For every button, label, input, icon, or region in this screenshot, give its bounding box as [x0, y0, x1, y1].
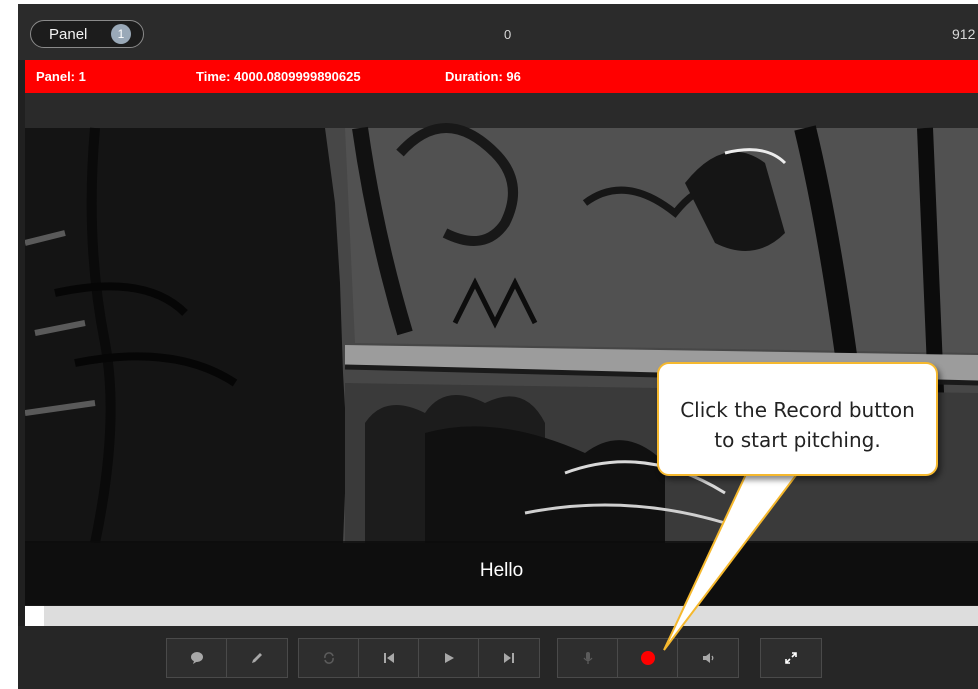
storyboard-viewer[interactable]: Hello	[25, 93, 978, 608]
record-tooltip-callout: Click the Record button to start pitchin…	[657, 362, 938, 476]
timeline-progress-bar[interactable]	[25, 606, 978, 626]
duration-info: Duration: 96	[445, 69, 521, 84]
time-info: Time: 4000.0809999890625	[196, 69, 361, 84]
info-bar: Panel: 1 Time: 4000.0809999890625 Durati…	[25, 60, 978, 93]
comment-button[interactable]	[167, 639, 227, 677]
microphone-button[interactable]	[558, 639, 618, 677]
panel-button-label: Panel	[49, 26, 88, 43]
annotation-button-group	[166, 638, 288, 678]
fullscreen-icon	[785, 652, 797, 664]
timeline-progress-fill	[25, 606, 45, 626]
panel-info: Panel: 1	[36, 69, 86, 84]
frame-counter: 0	[504, 27, 512, 42]
volume-button[interactable]	[678, 639, 738, 677]
record-button[interactable]	[618, 639, 678, 677]
skip-back-button[interactable]	[359, 639, 419, 677]
skip-back-icon	[383, 653, 394, 663]
audio-button-group	[557, 638, 739, 678]
loop-button[interactable]	[299, 639, 359, 677]
transport-button-group	[298, 638, 540, 678]
play-button[interactable]	[419, 639, 479, 677]
record-icon	[640, 651, 655, 665]
storyboard-player: Panel 1 0 912 Panel: 1 Time: 4000.080999…	[18, 4, 978, 689]
volume-icon	[703, 653, 714, 663]
sketch-frame-image	[25, 93, 978, 608]
playback-controls	[18, 626, 978, 689]
loop-icon	[323, 652, 334, 664]
frame-total: 912	[952, 26, 976, 42]
panel-count-badge: 1	[111, 24, 131, 44]
pencil-icon	[252, 653, 262, 663]
subtitle-text: Hello	[479, 560, 524, 581]
comment-icon	[190, 652, 203, 664]
fullscreen-button[interactable]	[761, 639, 821, 677]
panel-button[interactable]: Panel 1	[30, 20, 144, 48]
callout-line-2: to start pitching.	[714, 428, 881, 452]
microphone-icon	[582, 652, 593, 664]
callout-line-1: Click the Record button	[680, 398, 915, 422]
view-button-group	[760, 638, 822, 678]
skip-forward-icon	[504, 653, 514, 663]
skip-forward-button[interactable]	[479, 639, 539, 677]
top-bar: Panel 1 0 912	[18, 4, 978, 60]
draw-button[interactable]	[227, 639, 287, 677]
play-icon	[444, 653, 454, 663]
